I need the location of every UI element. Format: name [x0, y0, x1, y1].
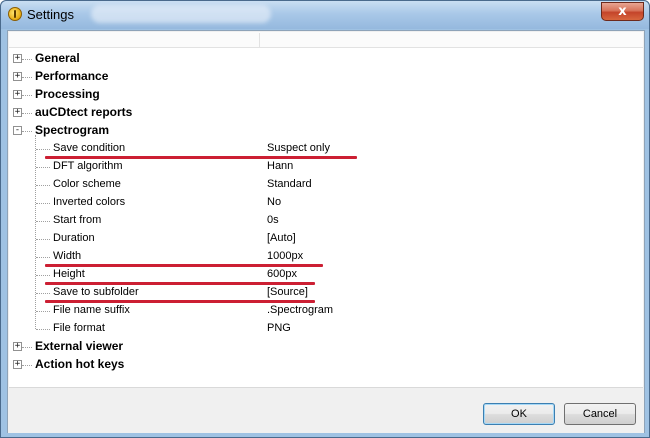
tree-category-processing[interactable]: + Processing [9, 86, 643, 104]
property-value[interactable]: PNG [267, 322, 291, 334]
tree-category-performance[interactable]: + Performance [9, 68, 643, 86]
property-value[interactable]: Standard [267, 178, 312, 190]
property-value[interactable]: [Source] [267, 286, 308, 298]
tree-category-label: Spectrogram [35, 123, 110, 137]
property-name: Inverted colors [53, 196, 126, 208]
property-row-dft-algorithm[interactable]: DFT algorithm Hann [9, 158, 643, 176]
tree-category-action-hot-keys[interactable]: + Action hot keys [9, 356, 643, 374]
property-row-start-from[interactable]: Start from 0s [9, 212, 643, 230]
property-name: Save condition [53, 142, 126, 154]
property-row-duration[interactable]: Duration [Auto] [9, 230, 643, 248]
close-button[interactable]: x [601, 2, 644, 21]
column-header [9, 32, 643, 48]
expand-icon[interactable]: + [13, 54, 22, 63]
property-name: File format [53, 322, 105, 334]
property-value[interactable]: 600px [267, 268, 297, 280]
property-row-file-format[interactable]: File format PNG [9, 320, 643, 338]
tree-category-aucdtect-reports[interactable]: + auCDtect reports [9, 104, 643, 122]
title-bar[interactable]: Settings x [1, 1, 649, 29]
tree-category-general[interactable]: + General [9, 50, 643, 68]
property-name: Height [53, 268, 85, 280]
property-value[interactable]: Hann [267, 160, 293, 172]
tree-category-external-viewer[interactable]: + External viewer [9, 338, 643, 356]
tree-category-label: External viewer [35, 339, 124, 353]
property-value[interactable]: No [267, 196, 281, 208]
expand-icon[interactable]: + [13, 108, 22, 117]
tree-category-label: General [35, 51, 80, 65]
tree-category-label: auCDtect reports [35, 105, 133, 119]
property-value[interactable]: Suspect only [267, 142, 330, 154]
settings-window: Settings x + General + Performance + Processi… [0, 0, 650, 438]
collapse-icon[interactable]: - [13, 126, 22, 135]
button-bar: OK Cancel [8, 389, 644, 433]
property-name: File name suffix [53, 304, 130, 316]
property-row-color-scheme[interactable]: Color scheme Standard [9, 176, 643, 194]
cancel-button[interactable]: Cancel [564, 403, 636, 425]
property-name: Save to subfolder [53, 286, 139, 298]
property-row-inverted-colors[interactable]: Inverted colors No [9, 194, 643, 212]
ok-button[interactable]: OK [483, 403, 555, 425]
property-value[interactable]: 1000px [267, 250, 303, 262]
property-value[interactable]: [Auto] [267, 232, 296, 244]
expand-icon[interactable]: + [13, 72, 22, 81]
property-name: Start from [53, 214, 102, 226]
settings-tree[interactable]: + General + Performance + Processing + auCDtect… [9, 32, 643, 388]
window-title: Settings [27, 7, 74, 22]
tree-category-spectrogram[interactable]: - Spectrogram [9, 122, 643, 140]
property-row-file-name-suffix[interactable]: File name suffix .Spectrogram [9, 302, 643, 320]
tree-category-label: Action hot keys [35, 357, 125, 371]
expand-icon[interactable]: + [13, 90, 22, 99]
tree-category-label: Processing [35, 87, 100, 101]
expand-icon[interactable]: + [13, 360, 22, 369]
property-value[interactable]: 0s [267, 214, 279, 226]
property-name: Duration [53, 232, 95, 244]
expand-icon[interactable]: + [13, 342, 22, 351]
property-name: DFT algorithm [53, 160, 123, 172]
dialog-client-area: + General + Performance + Processing + auCDtect… [7, 30, 645, 433]
app-icon [8, 7, 22, 21]
property-name: Color scheme [53, 178, 121, 190]
tree-category-label: Performance [35, 69, 109, 83]
property-value[interactable]: .Spectrogram [267, 304, 333, 316]
property-name: Width [53, 250, 82, 262]
